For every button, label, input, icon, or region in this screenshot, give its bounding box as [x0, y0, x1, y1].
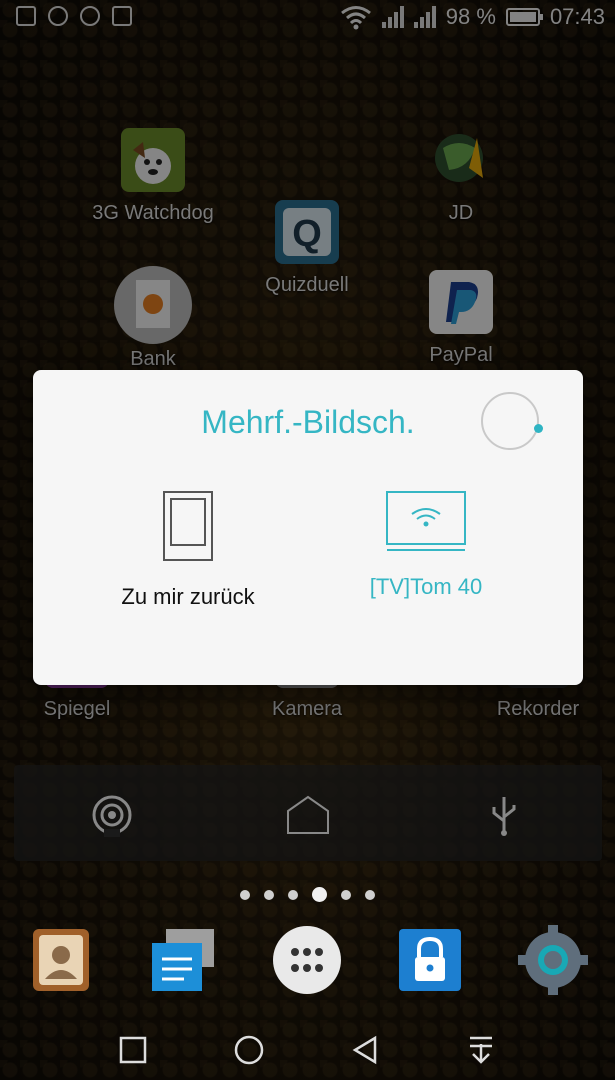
loading-spinner-icon	[481, 392, 543, 450]
page-dot-active[interactable]	[312, 887, 327, 902]
multiscreen-dialog: Mehrf.-Bildsch. Zu mir zurück [TV]Tom 40	[33, 370, 583, 685]
shortcut-bar	[14, 765, 602, 861]
settings-gear-icon[interactable]	[518, 925, 588, 995]
recents-square-icon[interactable]	[117, 1034, 149, 1066]
page-dot[interactable]	[365, 889, 375, 900]
messages-icon[interactable]	[148, 925, 218, 995]
option-back-to-me[interactable]: Zu mir zurück	[63, 490, 313, 610]
lock-icon[interactable]	[395, 925, 465, 995]
page-indicator	[0, 887, 615, 902]
page-dot[interactable]	[240, 889, 250, 900]
option-label: Zu mir zurück	[121, 584, 255, 609]
phone-outline-icon	[163, 491, 213, 561]
tv-wifi-icon	[386, 491, 466, 551]
contacts-icon[interactable]	[27, 925, 97, 995]
navigation-bar	[0, 1020, 615, 1080]
back-triangle-icon[interactable]	[349, 1034, 381, 1066]
home-circle-icon[interactable]	[233, 1034, 265, 1066]
page-dot[interactable]	[264, 889, 274, 900]
option-tv-tom-40[interactable]: [TV]Tom 40	[301, 490, 551, 600]
page-dot[interactable]	[288, 889, 298, 900]
notifications-down-icon[interactable]	[465, 1034, 497, 1066]
option-label: [TV]Tom 40	[369, 574, 483, 599]
usb-icon[interactable]	[482, 793, 526, 837]
app-drawer-icon[interactable]	[272, 925, 342, 995]
hotseat	[0, 925, 615, 1005]
hotspot-icon[interactable]	[90, 793, 134, 837]
page-dot[interactable]	[341, 889, 351, 900]
home-outline-icon[interactable]	[286, 793, 330, 837]
